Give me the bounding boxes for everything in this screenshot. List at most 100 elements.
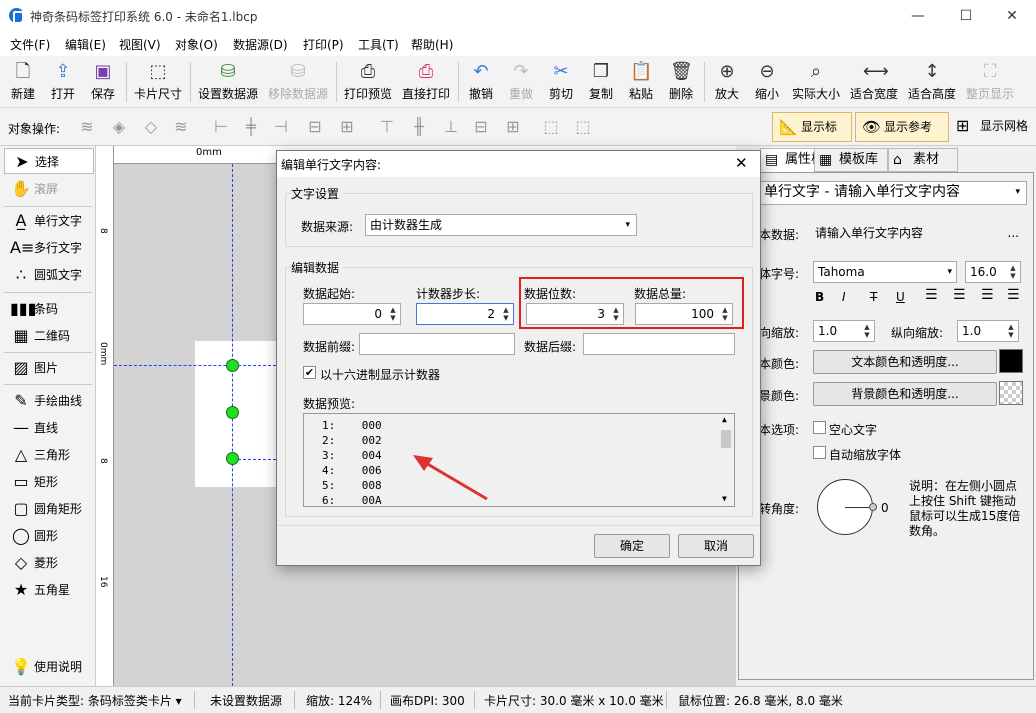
vertical-guide[interactable]	[232, 164, 233, 686]
show-ruler-toggle[interactable]: 📐显示标尺	[772, 112, 852, 162]
menu-help[interactable]: 帮助(H)	[411, 36, 453, 53]
selection-handle[interactable]	[226, 359, 239, 372]
distribute-h2-icon[interactable]: ⊞	[336, 116, 358, 138]
show-guides-toggle[interactable]: 👁显示参考线	[855, 112, 949, 162]
strike-button[interactable]: T	[870, 290, 877, 304]
align-left-icon[interactable]: ⊢	[210, 116, 232, 138]
cancel-button[interactable]: 取消	[678, 534, 754, 558]
menu-view[interactable]: 视图(V)	[119, 36, 161, 53]
fit-height-button[interactable]: ↕ 适合高度	[906, 58, 958, 106]
layer-down-icon[interactable]: ◇	[140, 116, 162, 138]
print-preview-button[interactable]: ⎙ 打印预览	[342, 58, 394, 106]
tool-diamond[interactable]: ◇ 菱形	[4, 550, 94, 576]
redo-button[interactable]: ↷ 重做	[504, 58, 538, 106]
spinner-icon[interactable]: ▲ ▼	[501, 306, 511, 322]
new-button[interactable]: 🗋 新建	[6, 58, 40, 106]
align-right-icon[interactable]: ⊣	[270, 116, 292, 138]
tool-circle[interactable]: ◯ 圆形	[4, 523, 94, 549]
horizontal-guide[interactable]	[233, 459, 276, 460]
tool-rectangle[interactable]: ▭ 矩形	[4, 469, 94, 495]
prefix-input[interactable]	[359, 333, 515, 355]
tool-barcode[interactable]: ▮▮▮ 条码	[4, 296, 94, 322]
align-top-icon[interactable]: ⊤	[376, 116, 398, 138]
tool-arc-text[interactable]: ∴ 圆弧文字	[4, 262, 94, 288]
italic-button[interactable]: I	[842, 290, 846, 304]
menu-file[interactable]: 文件(F)	[10, 36, 50, 53]
underline-button[interactable]: U	[896, 290, 905, 304]
step-input[interactable]: 2 ▲ ▼	[416, 303, 514, 325]
text-color-swatch[interactable]	[999, 349, 1023, 373]
scrollbar-thumb[interactable]	[721, 430, 731, 448]
set-datasource-button[interactable]: ⛁ 设置数据源	[196, 58, 260, 106]
preview-scrollbar[interactable]: ▲ ▼	[718, 414, 734, 506]
zoom-out-button[interactable]: ⊖ 缩小	[750, 58, 784, 106]
bg-color-button[interactable]: 背景颜色和透明度...	[813, 382, 997, 406]
text-color-button[interactable]: 文本颜色和透明度...	[813, 350, 997, 374]
chevron-up-icon[interactable]: ▲	[722, 415, 727, 424]
delete-button[interactable]: 🗑 删除	[664, 58, 698, 106]
align-left-icon[interactable]: ☰	[925, 287, 938, 303]
align-middle-icon[interactable]: ╫	[408, 116, 430, 138]
cut-button[interactable]: ✂ 剪切	[544, 58, 578, 106]
tab-templates[interactable]: ▦ 模板库	[814, 148, 888, 172]
fit-width-button[interactable]: ⟷ 适合宽度	[848, 58, 900, 106]
ellipsis-button[interactable]: ...	[1008, 223, 1019, 243]
open-button[interactable]: ⇪ 打开	[46, 58, 80, 106]
data-preview-list[interactable]: 1: 000 2: 002 3: 004 4: 006 5: 008 6: 00…	[303, 413, 735, 507]
tool-rounded-rect[interactable]: ▢ 圆角矩形	[4, 496, 94, 522]
selection-handle[interactable]	[226, 406, 239, 419]
tool-multi-text[interactable]: A≡ 多行文字	[4, 235, 94, 261]
ungroup-icon[interactable]: ⬚	[572, 116, 594, 138]
auto-scale-checkbox[interactable]	[813, 446, 826, 459]
layer-up-icon[interactable]: ◈	[108, 116, 130, 138]
source-select[interactable]: 由计数器生成 ▾	[365, 214, 637, 236]
selection-handle[interactable]	[226, 452, 239, 465]
fit-page-button[interactable]: ⛶ 整页显示	[964, 58, 1016, 106]
hscale-input[interactable]: 1.0 ▲ ▼	[813, 320, 875, 342]
menu-datasource[interactable]: 数据源(D)	[233, 36, 288, 53]
save-button[interactable]: ▣ 保存	[86, 58, 120, 106]
tool-single-text[interactable]: A̲ 单行文字	[4, 208, 94, 234]
tool-image[interactable]: ▨ 图片	[4, 355, 94, 381]
maximize-button[interactable]: ☐	[942, 0, 990, 32]
hollow-text-checkbox[interactable]	[813, 421, 826, 434]
close-button[interactable]: ✕	[988, 0, 1036, 32]
align-bottom-icon[interactable]: ⊥	[440, 116, 462, 138]
vscale-input[interactable]: 1.0 ▲ ▼	[957, 320, 1019, 342]
show-grid-toggle[interactable]: ⊞ 显示网格	[952, 112, 1028, 142]
layer-bottom-icon[interactable]: ≋	[170, 116, 192, 138]
align-center-icon[interactable]: ╪	[240, 116, 262, 138]
minimize-button[interactable]: —	[894, 0, 942, 32]
spinner-icon[interactable]: ▲ ▼	[1008, 264, 1018, 280]
suffix-input[interactable]	[583, 333, 735, 355]
tool-scroll[interactable]: ✋ 滚屏	[4, 176, 94, 202]
hex-checkbox[interactable]: ✔	[303, 366, 316, 379]
menu-print[interactable]: 打印(P)	[303, 36, 344, 53]
bg-color-swatch[interactable]	[999, 381, 1023, 405]
group-icon[interactable]: ⬚	[540, 116, 562, 138]
layer-top-icon[interactable]: ≋	[76, 116, 98, 138]
menu-edit[interactable]: 编辑(E)	[65, 36, 106, 53]
distribute-h-icon[interactable]: ⊟	[304, 116, 326, 138]
chevron-down-icon[interactable]: ▼	[722, 494, 727, 503]
distribute-v-icon[interactable]: ⊟	[470, 116, 492, 138]
tool-freehand[interactable]: ✎ 手绘曲线	[4, 388, 94, 414]
horizontal-guide[interactable]	[114, 365, 276, 366]
paste-button[interactable]: 📋 粘贴	[624, 58, 658, 106]
spinner-icon[interactable]: ▲ ▼	[1006, 323, 1016, 339]
status-card-type[interactable]: 当前卡片类型: 条码标签类卡片 ▾	[8, 692, 182, 709]
tool-qrcode[interactable]: ▦ 二维码	[4, 323, 94, 349]
font-select[interactable]: Tahoma ▾	[813, 261, 957, 283]
menu-tools[interactable]: 工具(T)	[358, 36, 399, 53]
menu-object[interactable]: 对象(O)	[175, 36, 218, 53]
dialog-close-button[interactable]: ✕	[735, 154, 748, 172]
tool-select[interactable]: ➤ 选择	[4, 148, 94, 174]
spinner-icon[interactable]: ▲ ▼	[862, 323, 872, 339]
object-select[interactable]: 单行文字 - 请输入单行文字内容 ▾	[759, 181, 1027, 205]
justify-icon[interactable]: ☰	[1007, 287, 1020, 303]
ok-button[interactable]: 确定	[594, 534, 670, 558]
align-center-icon[interactable]: ☰	[953, 287, 966, 303]
spinner-icon[interactable]: ▲ ▼	[388, 306, 398, 322]
start-input[interactable]: 0 ▲ ▼	[303, 303, 401, 325]
tool-star[interactable]: ★ 五角星	[4, 577, 94, 603]
